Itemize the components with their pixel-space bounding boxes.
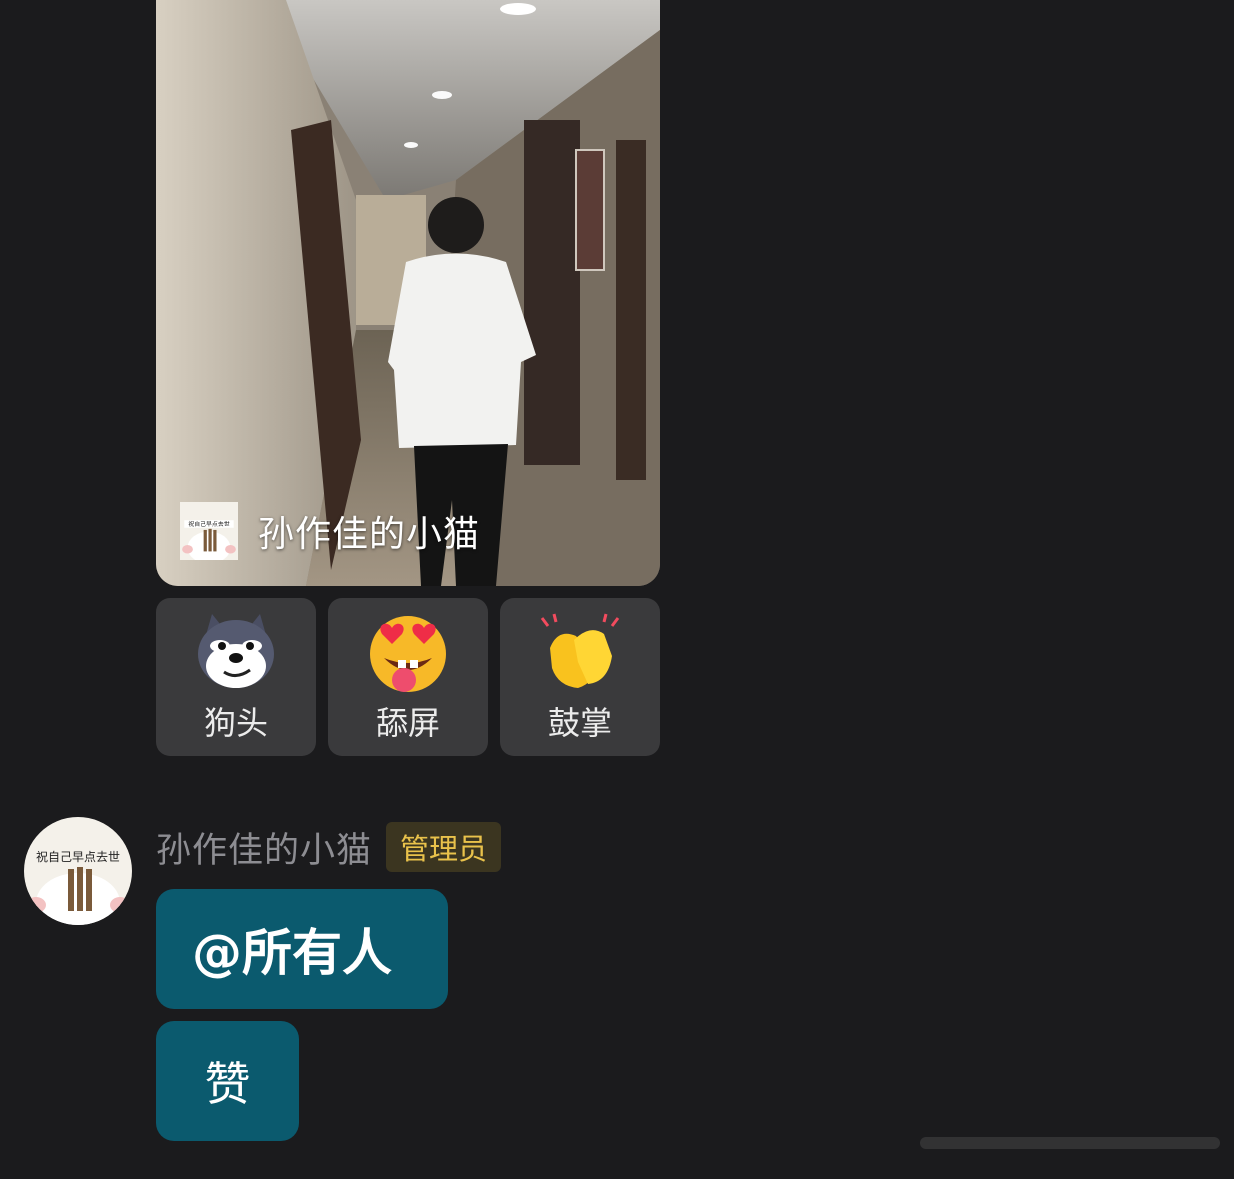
photo-author[interactable]: 祝自己早点去世 孙作佳的小猫: [180, 502, 480, 560]
bunny-avatar-icon: 祝自己早点去世: [24, 817, 132, 925]
reaction-button-clap[interactable]: 鼓掌: [500, 598, 660, 756]
chat-screen: 祝自己早点去世 孙作佳的小猫 狗头 舔屏 鼓掌 祝自己早点去世 孙作佳的小猫 管…: [0, 0, 1234, 1179]
admin-badge: 管理员: [386, 822, 502, 872]
message-bubble-mention-all[interactable]: @所有人: [156, 889, 448, 1009]
clapping-hands-emoji-icon: [540, 613, 620, 688]
dog-head-emoji-icon: [198, 614, 274, 688]
sender-avatar[interactable]: 祝自己早点去世: [24, 817, 132, 925]
sender-row: 孙作佳的小猫 管理员: [156, 822, 502, 873]
svg-text:祝自己早点去世: 祝自己早点去世: [36, 850, 120, 864]
heart-eyes-tongue-emoji-icon: [370, 616, 446, 692]
reaction-button-lick-screen[interactable]: 舔屏: [328, 598, 488, 756]
message-bubble-like[interactable]: 赞: [156, 1021, 299, 1141]
corridor-photo[interactable]: [156, 0, 660, 586]
reaction-button-doghead[interactable]: 狗头: [156, 598, 316, 756]
reaction-label-clap: 鼓掌: [547, 704, 612, 742]
watermark-logo: [920, 1137, 1220, 1149]
photo-author-name: 孙作佳的小猫: [258, 514, 481, 555]
reaction-label-lick-screen: 舔屏: [375, 704, 440, 742]
reaction-bar: 狗头 舔屏 鼓掌: [156, 598, 660, 756]
sender-name[interactable]: 孙作佳的小猫: [156, 822, 372, 873]
author-avatar[interactable]: 祝自己早点去世: [180, 502, 238, 560]
bunny-avatar-icon: 祝自己早点去世: [180, 502, 238, 560]
photo-message-card[interactable]: 祝自己早点去世 孙作佳的小猫: [156, 0, 660, 586]
reaction-label-doghead: 狗头: [203, 704, 268, 742]
